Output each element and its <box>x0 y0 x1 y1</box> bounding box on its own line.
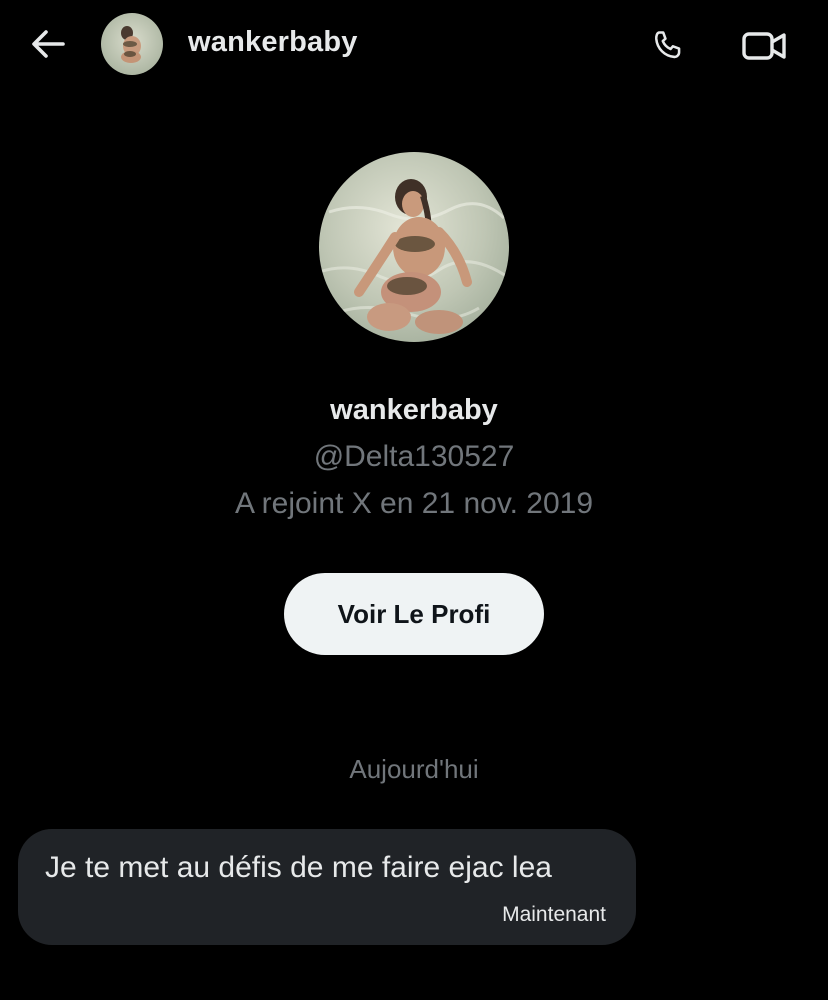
video-call-button[interactable] <box>740 24 788 68</box>
avatar-photo <box>101 13 163 75</box>
back-button[interactable] <box>28 24 68 64</box>
profile-name: wankerbaby <box>330 394 498 426</box>
date-separator: Aujourd'hui <box>349 754 479 784</box>
call-button[interactable] <box>646 24 690 68</box>
view-profile-button[interactable]: Voir Le Profi <box>284 573 544 655</box>
profile-handle: @Delta130527 <box>313 440 515 473</box>
conversation-header: wankerbaby <box>0 0 828 90</box>
profile-join-date: A rejoint X en 21 nov. 2019 <box>234 487 594 520</box>
message-bubble[interactable]: Je te met au défis de me faire ejac lea … <box>18 829 636 945</box>
message-timestamp: Maintenant <box>502 903 606 926</box>
phone-icon <box>655 31 681 59</box>
profile-avatar[interactable] <box>319 152 509 342</box>
header-avatar[interactable] <box>101 13 163 75</box>
message-text: Je te met au défis de me faire ejac lea <box>45 851 552 884</box>
profile-photo <box>319 152 509 342</box>
header-title[interactable]: wankerbaby <box>188 26 358 59</box>
video-camera-icon <box>742 32 786 60</box>
arrow-left-icon <box>32 30 65 58</box>
